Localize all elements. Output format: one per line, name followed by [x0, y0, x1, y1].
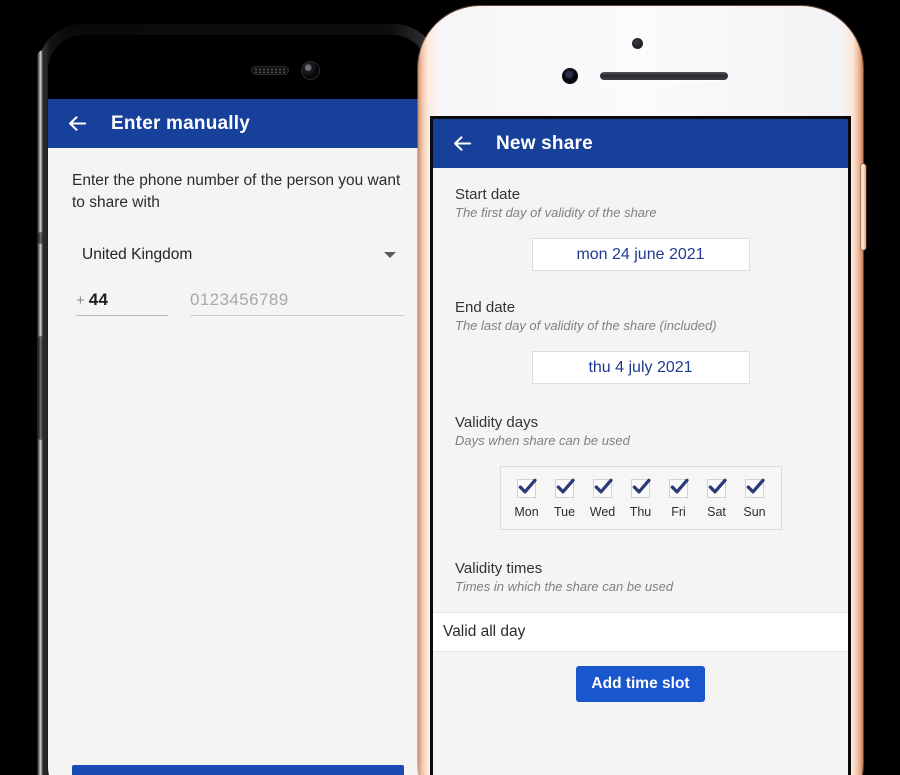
left-appbar: Enter manually — [48, 99, 428, 148]
country-code-input[interactable]: + 44 — [76, 290, 168, 316]
add-time-slot-button[interactable]: Add time slot — [576, 666, 705, 702]
validity-day-thu[interactable]: Thu — [623, 478, 659, 519]
phone-entry-row: + 44 0123456789 — [72, 290, 404, 316]
day-label: Sat — [707, 505, 726, 519]
left-phone-glass: Enter manually Enter the phone number of… — [48, 35, 428, 775]
checkmark-icon — [632, 478, 651, 494]
validity-day-sun[interactable]: Sun — [737, 478, 773, 519]
end-date-sublabel: The last day of validity of the share (i… — [455, 318, 717, 333]
checkmark-icon — [708, 478, 727, 494]
checkmark-icon — [556, 478, 575, 494]
right-phone-screen: New share Start date The first day of va… — [433, 119, 848, 775]
earpiece-speaker-icon — [251, 66, 289, 75]
end-date-field[interactable]: thu 4 july 2021 — [531, 351, 750, 384]
phone-number-placeholder: 0123456789 — [190, 290, 289, 309]
validity-days-card: Mon Tue Wed Thu Fri Sat Sun — [499, 466, 782, 530]
country-code-prefix: + — [76, 292, 85, 309]
back-arrow-icon[interactable] — [451, 132, 474, 155]
start-date-field[interactable]: mon 24 june 2021 — [531, 238, 750, 271]
chevron-down-icon — [384, 252, 396, 258]
left-phone-volume-button[interactable] — [38, 232, 43, 244]
left-phone-screen: Enter manually Enter the phone number of… — [48, 99, 428, 775]
day-checkbox[interactable] — [631, 478, 651, 498]
start-date-section: Start date The first day of validity of … — [433, 186, 848, 271]
left-page-title: Enter manually — [111, 112, 251, 134]
day-checkbox[interactable] — [669, 478, 689, 498]
phone-number-prompt: Enter the phone number of the person you… — [72, 172, 401, 211]
day-label: Fri — [671, 505, 686, 519]
left-phone-top-bezel — [48, 35, 428, 99]
earpiece-speaker-icon — [600, 72, 728, 80]
validity-days-section: Validity days Days when share can be use… — [433, 414, 848, 530]
validity-day-fri[interactable]: Fri — [661, 478, 697, 519]
validity-days-label: Validity days — [455, 414, 539, 431]
start-date-sublabel: The first day of validity of the share — [455, 205, 657, 220]
validity-day-wed[interactable]: Wed — [585, 478, 621, 519]
validity-day-sat[interactable]: Sat — [699, 478, 735, 519]
left-phone-power-button[interactable] — [38, 336, 43, 440]
day-checkbox[interactable] — [555, 478, 575, 498]
day-label: Sun — [743, 505, 766, 519]
day-label: Thu — [629, 505, 652, 519]
day-checkbox[interactable] — [745, 478, 765, 498]
country-code-value: 44 — [88, 290, 109, 309]
day-label: Mon — [514, 505, 539, 519]
left-phone-device: Enter manually Enter the phone number of… — [37, 24, 439, 775]
front-camera-icon — [562, 68, 578, 84]
right-appbar: New share — [433, 119, 848, 168]
next-button[interactable]: Next — [72, 765, 404, 775]
validity-times-current-value[interactable]: Valid all day — [433, 612, 848, 652]
back-arrow-icon[interactable] — [66, 112, 89, 135]
country-select[interactable]: United Kingdom — [72, 246, 404, 264]
validity-times-sublabel: Times in which the share can be used — [455, 579, 674, 594]
day-checkbox[interactable] — [517, 478, 537, 498]
end-date-label: End date — [455, 299, 516, 316]
validity-day-mon[interactable]: Mon — [509, 478, 545, 519]
checkmark-icon — [746, 478, 765, 494]
day-label: Wed — [589, 505, 616, 519]
day-checkbox[interactable] — [707, 478, 727, 498]
validity-day-tue[interactable]: Tue — [547, 478, 583, 519]
right-phone-device: New share Start date The first day of va… — [418, 6, 866, 775]
phone-number-input[interactable]: 0123456789 — [190, 290, 404, 316]
country-select-value: United Kingdom — [82, 246, 193, 263]
end-date-section: End date The last day of validity of the… — [433, 299, 848, 384]
front-camera-icon — [301, 61, 320, 80]
proximity-sensor-icon — [632, 38, 643, 49]
day-checkbox[interactable] — [593, 478, 613, 498]
validity-times-section: Validity times Times in which the share … — [433, 560, 848, 594]
left-screen-body: Enter the phone number of the person you… — [48, 148, 428, 316]
right-phone-power-button[interactable] — [861, 164, 866, 250]
validity-times-label: Validity times — [455, 560, 543, 577]
right-screen-body: Start date The first day of validity of … — [433, 168, 848, 702]
checkmark-icon — [518, 478, 537, 494]
start-date-label: Start date — [455, 186, 521, 203]
screenshot-stage: Enter manually Enter the phone number of… — [0, 0, 900, 775]
day-label: Tue — [553, 505, 576, 519]
checkmark-icon — [670, 478, 689, 494]
checkmark-icon — [594, 478, 613, 494]
validity-days-sublabel: Days when share can be used — [455, 433, 630, 448]
right-page-title: New share — [496, 132, 593, 154]
